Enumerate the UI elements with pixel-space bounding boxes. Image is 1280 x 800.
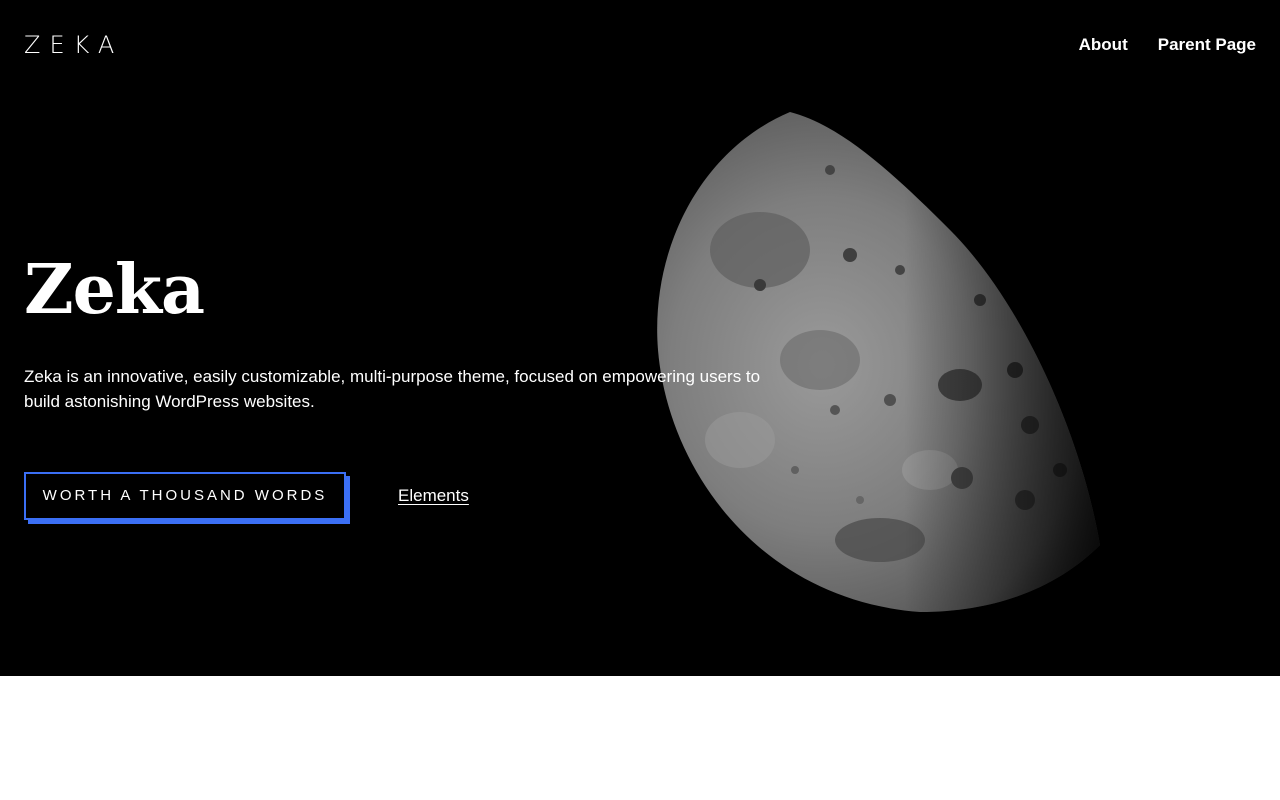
below-fold-section [0,676,1280,800]
worth-a-thousand-words-button[interactable]: WORTH A THOUSAND WORDS [24,472,346,520]
elements-link[interactable]: Elements [398,486,469,506]
site-header: ZEKA About Parent Page [0,0,1280,90]
hero-content: Zeka Zeka is an innovative, easily custo… [24,250,804,520]
nav-item-parent-page[interactable]: Parent Page [1158,34,1256,56]
hero-title: Zeka [24,250,205,330]
nav-item-about[interactable]: About [1079,34,1128,56]
hero-actions: WORTH A THOUSAND WORDS Elements [24,472,804,520]
hero-description: Zeka is an innovative, easily customizab… [24,367,761,411]
main-nav: About Parent Page [1079,34,1256,56]
site-logo[interactable]: ZEKA [24,31,123,59]
hero-section: ZEKA About Parent Page Zeka Zeka is an i… [0,0,1280,676]
